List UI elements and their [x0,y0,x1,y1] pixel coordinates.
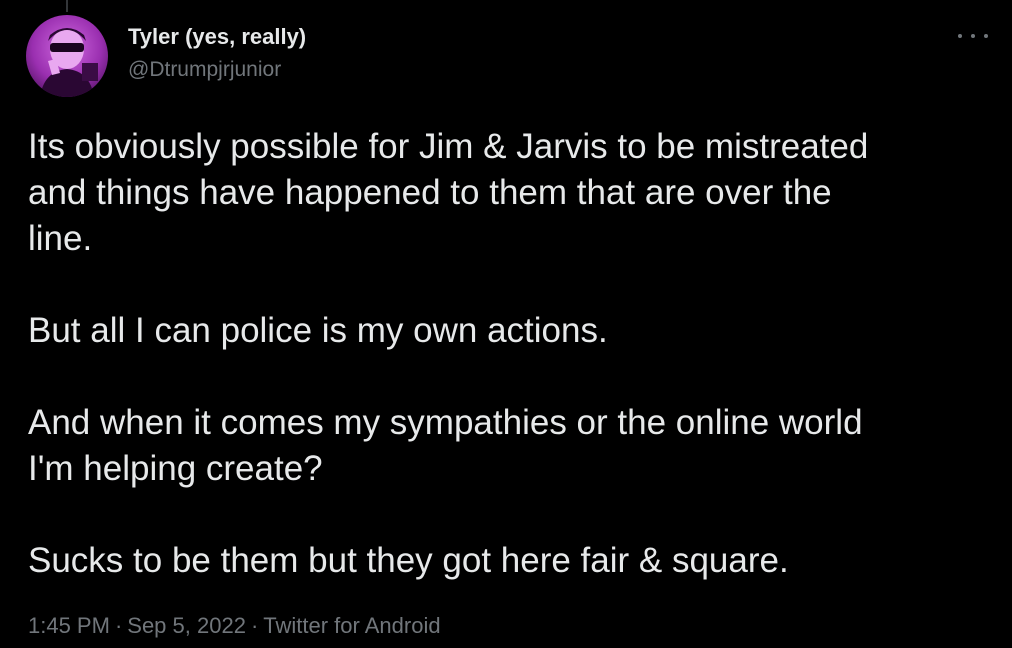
avatar[interactable] [26,15,108,97]
tweet-paragraph: Its obviously possible for Jim & Jarvis … [28,127,869,258]
tweet-source-link[interactable]: Twitter for Android [263,613,440,638]
author-handle[interactable]: @Dtrumpjrjunior [128,58,281,82]
meta-separator: · [250,613,259,638]
more-options-icon[interactable] [958,26,988,46]
avatar-image [26,15,108,97]
meta-separator: · [114,613,123,638]
more-dot [971,34,975,38]
tweet-text: Its obviously possible for Jim & Jarvis … [28,124,998,584]
tweet-time[interactable]: 1:45 PM [28,613,110,638]
more-dot [958,34,962,38]
tweet-paragraph: And when it comes my sympathies or the o… [28,403,863,488]
tweet-paragraph: But all I can police is my own actions. [28,311,608,350]
tweet-metadata: 1:45 PM · Sep 5, 2022 · Twitter for Android [28,613,441,639]
thread-connector-line [66,0,68,12]
more-dot [984,34,988,38]
tweet-date[interactable]: Sep 5, 2022 [127,613,246,638]
tweet-paragraph: Sucks to be them but they got here fair … [28,541,789,580]
author-display-name[interactable]: Tyler (yes, really) [128,24,306,50]
